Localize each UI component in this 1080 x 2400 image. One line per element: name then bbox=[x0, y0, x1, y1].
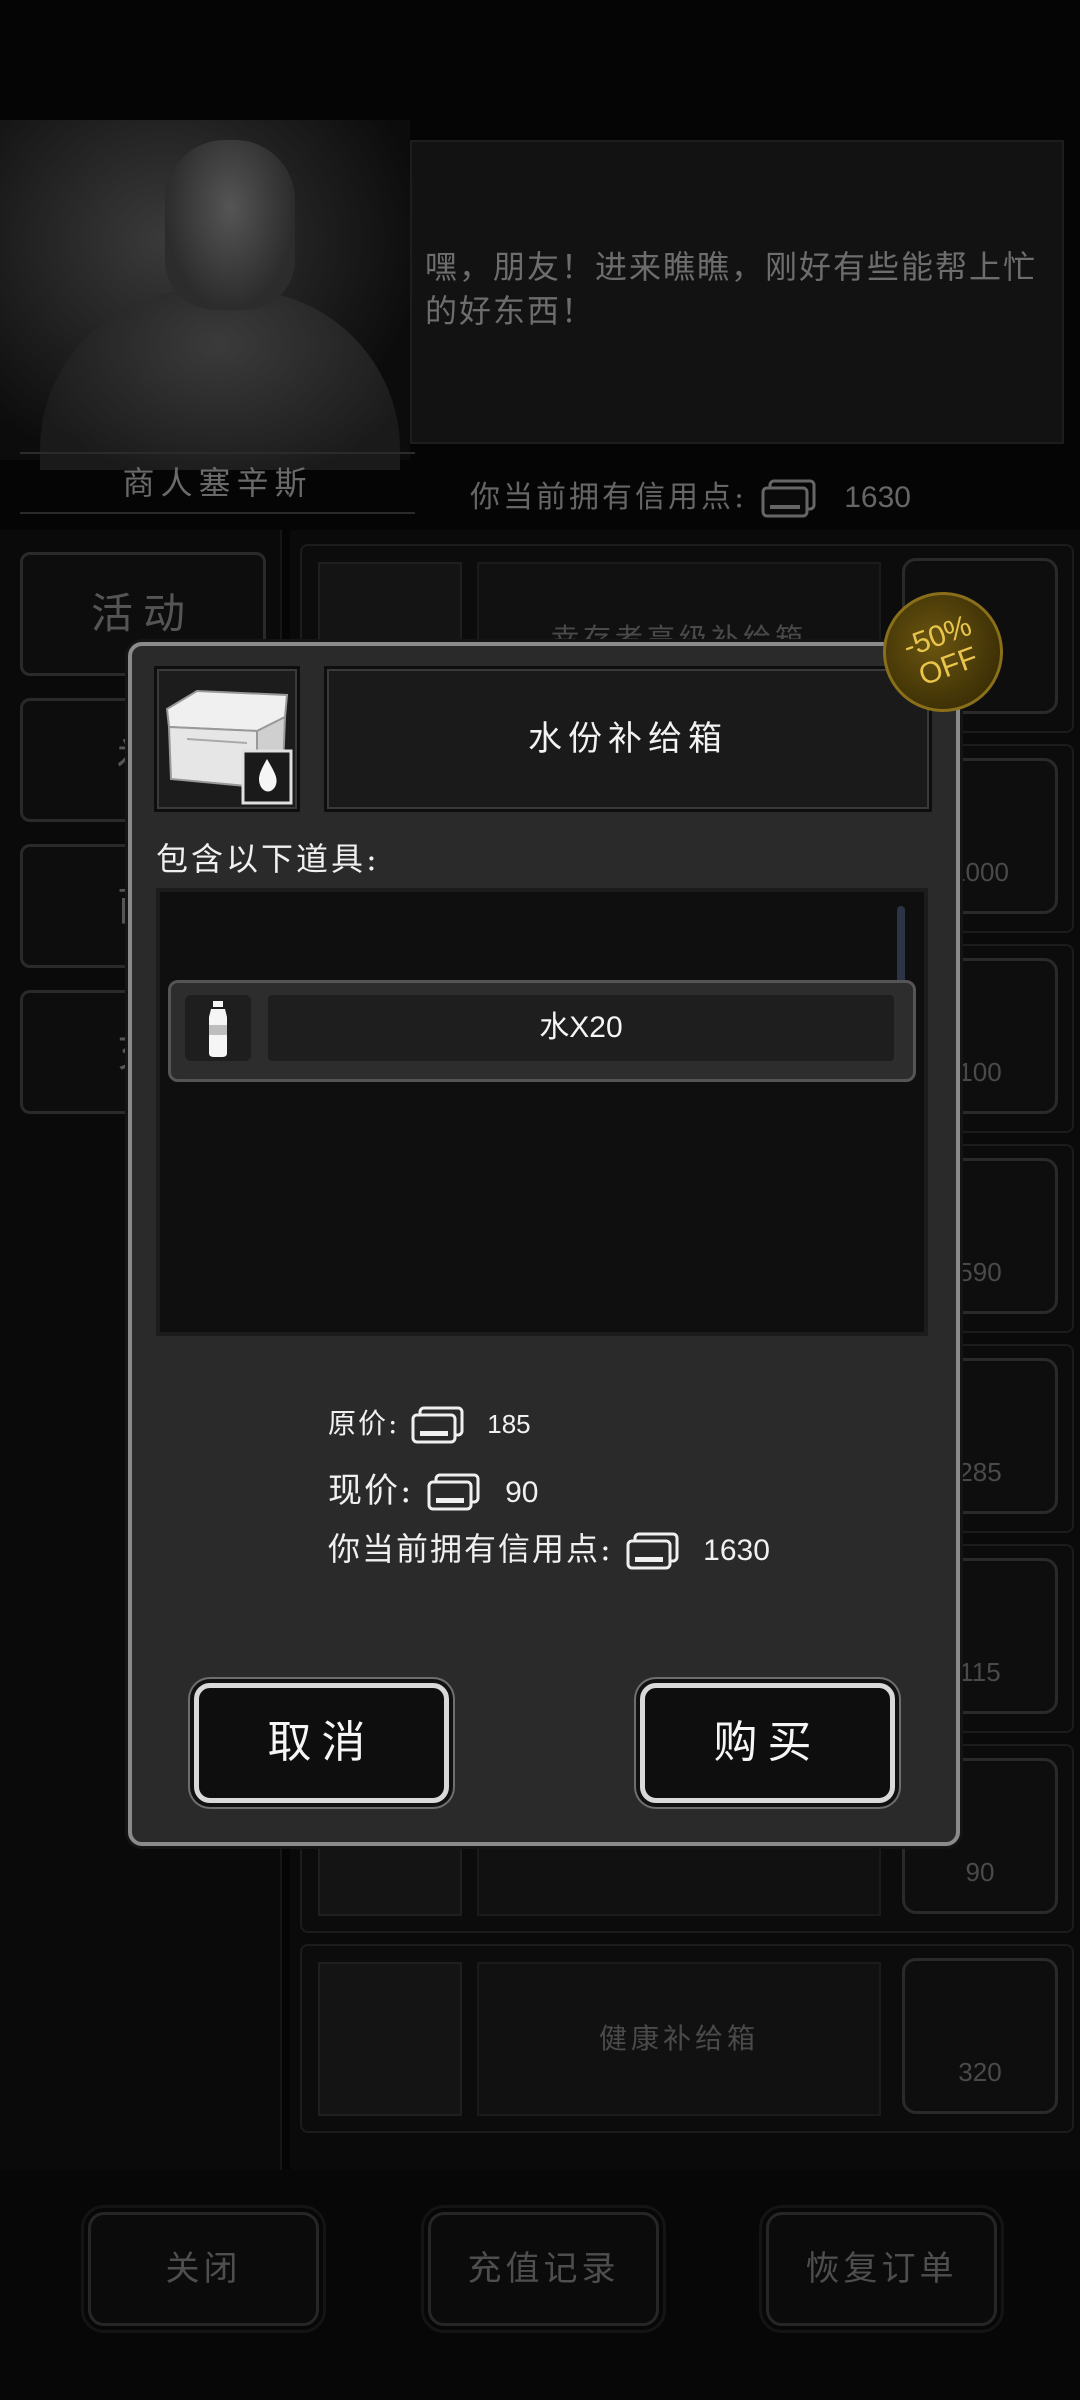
credit-value: 1630 bbox=[844, 481, 911, 514]
current-price-line: 现价: 90 bbox=[328, 1463, 538, 1513]
credit-card-icon bbox=[626, 1532, 679, 1569]
owned-credits-label: 你当前拥有信用点: bbox=[328, 1530, 613, 1568]
water-supply-box-icon bbox=[165, 689, 293, 805]
credit-card-icon bbox=[411, 1406, 464, 1443]
recharge-history-button[interactable]: 充值记录 bbox=[421, 2205, 666, 2333]
credit-card-icon bbox=[427, 1473, 480, 1511]
background-credit-line: 你当前拥有信用点: 1630 bbox=[470, 472, 911, 519]
item-name: 水X20 bbox=[268, 995, 894, 1061]
original-price: 185 bbox=[487, 1409, 531, 1439]
bottom-bar: 关闭 充值记录 恢复订单 bbox=[0, 2170, 1080, 2400]
price-button[interactable]: 320 bbox=[902, 1958, 1058, 2114]
current-price: 90 bbox=[505, 1476, 539, 1509]
contains-label: 包含以下道具: bbox=[156, 840, 380, 878]
item-thumbnail bbox=[318, 1962, 462, 2116]
list-item: 水X20 bbox=[168, 980, 916, 1082]
shop-row[interactable]: 健康补给箱 320 bbox=[300, 1944, 1074, 2133]
merchant-greeting: 嘿，朋友！进来瞧瞧，刚好有些能帮上忙的好东西！ bbox=[425, 248, 1038, 330]
original-price-line: 原价: 185 bbox=[328, 1402, 531, 1446]
merchant-portrait bbox=[0, 120, 410, 470]
contents-scrollbar[interactable] bbox=[897, 906, 905, 990]
original-price-label: 原价: bbox=[328, 1407, 400, 1440]
dialog-title: 水份补给箱 bbox=[324, 666, 932, 812]
restore-order-button[interactable]: 恢复订单 bbox=[759, 2205, 1004, 2333]
supply-box-icon-frame bbox=[154, 666, 300, 812]
credit-card-icon bbox=[761, 479, 816, 518]
contents-list[interactable] bbox=[156, 888, 928, 1336]
buy-button[interactable]: 购买 bbox=[640, 1683, 895, 1803]
close-button[interactable]: 关闭 bbox=[81, 2205, 326, 2333]
cancel-button[interactable]: 取消 bbox=[194, 1683, 449, 1803]
current-price-label: 现价: bbox=[328, 1471, 414, 1511]
item-name: 健康补给箱 bbox=[477, 1962, 881, 2116]
owned-credits-line: 你当前拥有信用点: 1630 bbox=[328, 1524, 770, 1572]
water-bottle-icon bbox=[185, 995, 251, 1061]
merchant-name: 商人塞辛斯 bbox=[20, 452, 415, 514]
credit-label: 你当前拥有信用点: bbox=[470, 480, 748, 515]
owned-credits-value: 1630 bbox=[703, 1534, 770, 1567]
